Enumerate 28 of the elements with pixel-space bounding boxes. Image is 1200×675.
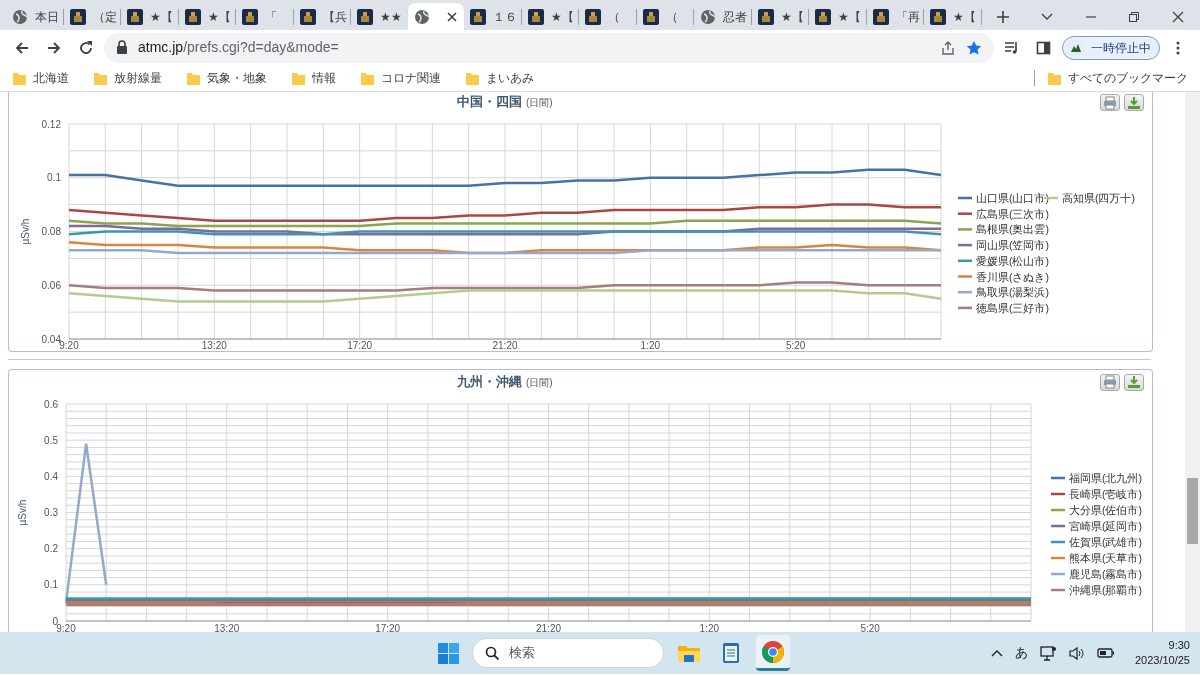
axis-title: µSv/h — [17, 499, 28, 526]
y-tick-label: 0 — [52, 615, 58, 627]
y-tick-label: 0.5 — [44, 434, 58, 446]
y-tick-label: 0.06 — [41, 279, 61, 291]
x-tick-label: 13:20 — [214, 623, 240, 632]
y-tick-label: 0.2 — [44, 543, 58, 555]
y-tick-label: 0.3 — [44, 507, 58, 518]
x-tick-label: 21:20 — [492, 340, 518, 351]
x-tick-label: 13:20 — [201, 340, 227, 351]
y-tick-label: 0.12 — [41, 118, 61, 130]
axis-title: µSv/h — [20, 218, 31, 245]
chart-title: 中国・四国 (日間) — [456, 94, 554, 112]
x-tick-label: 9:20 — [59, 340, 79, 351]
x-tick-label: 1:20 — [699, 623, 720, 632]
x-tick-label: 17:20 — [375, 623, 401, 632]
x-tick-label: 5:20 — [785, 340, 806, 351]
y-tick-label: 0.1 — [47, 172, 61, 184]
x-tick-label: 5:20 — [860, 623, 880, 632]
y-tick-label: 0.6 — [44, 398, 58, 410]
y-tick-label: 0.08 — [41, 226, 61, 237]
x-tick-label: 1:20 — [640, 340, 661, 351]
chart-title: 九州・沖縄 (日間) — [456, 373, 554, 391]
x-tick-label: 9:20 — [56, 623, 76, 632]
x-tick-label: 17:20 — [347, 340, 373, 351]
y-tick-label: 0.1 — [44, 579, 58, 591]
y-tick-label: 0.4 — [44, 470, 58, 482]
y-tick-label: 0.04 — [41, 333, 61, 345]
x-tick-label: 21:20 — [536, 623, 561, 632]
